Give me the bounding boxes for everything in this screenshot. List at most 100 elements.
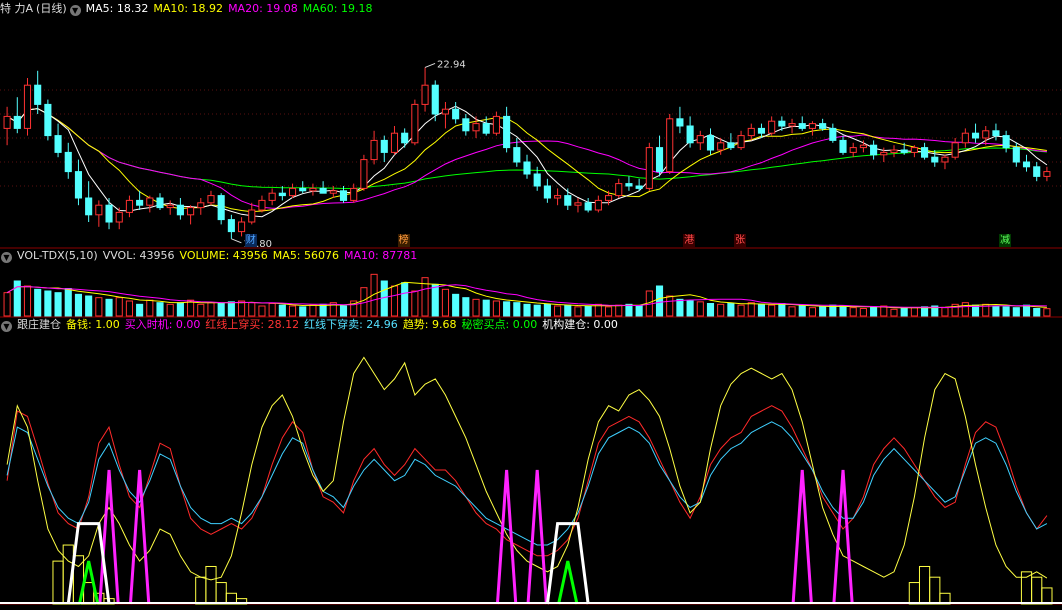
candle-body: [156, 197, 164, 209]
candle-body: [747, 127, 755, 137]
candle-body: [727, 142, 735, 149]
volume-bar: [227, 301, 235, 317]
candle-body: [319, 187, 327, 194]
candle-body: [604, 195, 613, 201]
chevron-down-icon[interactable]: ▼: [1, 321, 12, 332]
candle-body: [85, 197, 93, 216]
signal-indicator-0: 备钱: 1.00: [66, 318, 120, 331]
signal-indicator-6: 机构建仓: 0.00: [542, 318, 618, 331]
candle-body: [696, 135, 704, 144]
stock-chart[interactable]: 22.9415.80: [0, 0, 1062, 610]
signal-line-red: [6, 405, 1048, 557]
volume-bar: [747, 302, 755, 317]
signal-indicator-4: 趋势: 9.68: [402, 318, 457, 331]
candle-body: [543, 185, 551, 199]
candle-body: [268, 192, 276, 201]
candle-body: [982, 130, 990, 139]
volume-indicator-name: VOL-TDX(5,10): [17, 249, 98, 262]
signal-indicator-2: 红线上穿买: 28.12: [205, 318, 300, 331]
volume-bar: [44, 290, 52, 317]
candle-body: [655, 147, 664, 173]
volume-bar: [676, 298, 684, 317]
candle-body: [513, 147, 521, 163]
volume-bar: [431, 283, 439, 317]
volume-bar: [1012, 307, 1020, 317]
volume-bar: [778, 303, 786, 317]
volume-bar: [309, 304, 317, 317]
candle-body: [452, 108, 460, 120]
price-indicator-1: MA10: 18.92: [153, 2, 224, 15]
event-badge[interactable]: 财: [244, 234, 257, 247]
event-badge[interactable]: 榜: [397, 234, 410, 247]
chevron-down-icon[interactable]: ▼: [1, 252, 12, 263]
candle-body: [64, 151, 72, 173]
candle-body: [574, 202, 582, 206]
candle-body: [207, 195, 215, 204]
volume-bar: [23, 285, 32, 317]
volume-bar: [513, 302, 521, 317]
volume-bar: [604, 306, 613, 317]
candle-body: [1002, 135, 1010, 149]
candle-body: [380, 139, 388, 153]
candle-body: [554, 195, 562, 199]
candle-body: [992, 130, 1000, 137]
volume-panel-header: ▼ VOL-TDX(5,10) VVOL: 43956 VOLUME: 43956 MA…: [0, 248, 427, 264]
volume-bar: [248, 302, 256, 317]
candle-body: [329, 190, 337, 194]
volume-bar: [472, 298, 480, 317]
event-badge[interactable]: 港: [683, 234, 696, 247]
volume-bar: [961, 302, 969, 317]
volume-bar: [503, 301, 511, 317]
candle-body: [666, 118, 674, 173]
volume-bar: [788, 306, 796, 317]
volume-bar: [757, 303, 766, 317]
buy-timing-spike: [495, 469, 518, 605]
event-badge[interactable]: 张: [734, 234, 747, 247]
candle-body: [778, 120, 786, 127]
chevron-down-icon[interactable]: ▼: [69, 5, 81, 16]
candle-body: [462, 118, 470, 132]
candle-body: [1012, 147, 1020, 163]
candle-body: [768, 120, 776, 134]
buy-timing-spike: [98, 469, 120, 605]
candle-body: [849, 147, 857, 153]
volume-bar: [737, 304, 745, 317]
candle-body: [492, 115, 500, 134]
candle-body: [706, 135, 715, 151]
volume-bar: [625, 303, 633, 317]
event-badge[interactable]: 减: [999, 234, 1012, 247]
trend-step-bar: [215, 582, 227, 605]
candle-body: [227, 219, 235, 233]
trend-step-bar: [908, 582, 920, 605]
volume-bar: [278, 304, 286, 317]
volume-bar: [238, 300, 246, 317]
candle-body: [370, 139, 378, 161]
volume-bar: [105, 298, 113, 317]
volume-bar: [1002, 306, 1010, 317]
candle-body: [360, 159, 368, 189]
price-indicator-2: MA20: 19.08: [228, 2, 298, 15]
candle-body: [1022, 161, 1031, 168]
volume-indicator-1: VOLUME: 43956: [179, 249, 268, 262]
trend-step-bar: [918, 565, 931, 605]
signal-indicator-1: 买入时机: 0.00: [124, 318, 201, 331]
volume-bar: [655, 285, 664, 317]
period-label: (日线): [36, 2, 67, 15]
candle-body: [421, 84, 429, 105]
volume-bar: [85, 295, 93, 317]
low-marker-line: [231, 238, 242, 244]
candle-body: [971, 132, 980, 139]
trend-step-bar: [1031, 576, 1043, 605]
volume-bar: [217, 303, 225, 317]
signal-indicator-3: 红线下穿卖: 24.96: [304, 318, 398, 331]
candle-body: [136, 199, 144, 206]
candle-body: [635, 185, 643, 189]
volume-bar: [339, 305, 348, 317]
candle-body: [625, 183, 633, 187]
volume-indicator-0: VVOL: 43956: [102, 249, 175, 262]
candle-body: [890, 149, 898, 153]
candle-body: [615, 183, 623, 197]
candle-body: [880, 151, 888, 156]
candle-body: [248, 209, 256, 223]
candle-body: [125, 199, 133, 213]
